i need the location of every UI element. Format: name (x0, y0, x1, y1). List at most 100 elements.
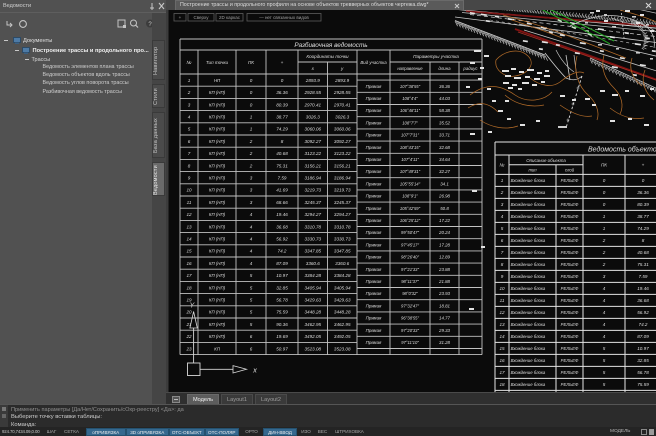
svg-text:50.8: 50.8 (440, 206, 449, 211)
svg-text:y: y (340, 66, 344, 71)
svg-text:Вид участка: Вид участка (360, 60, 387, 65)
svg-text:x: x (311, 66, 315, 71)
svg-text:12: 12 (499, 310, 505, 315)
svg-text:4: 4 (250, 249, 253, 254)
svg-text:Прямая: Прямая (366, 255, 382, 260)
svg-text:Вхождение блока: Вхождение блока (511, 250, 546, 255)
svg-text:3219.73: 3219.73 (334, 188, 351, 193)
svg-text:18: 18 (499, 382, 505, 387)
svg-text:11: 11 (187, 200, 192, 205)
svg-text:3245.37: 3245.37 (334, 200, 351, 205)
svg-text:тип: тип (528, 168, 537, 173)
svg-text:2: 2 (602, 262, 606, 267)
svg-text:14: 14 (186, 237, 192, 242)
svg-text:1: 1 (603, 226, 606, 231)
svg-text:5: 5 (250, 285, 253, 290)
svg-text:19.46: 19.46 (637, 286, 649, 291)
svg-text:10: 10 (186, 188, 192, 193)
svg-text:3026.3: 3026.3 (306, 115, 320, 120)
svg-text:15: 15 (499, 346, 505, 351)
svg-text:2893.9: 2893.9 (305, 78, 320, 83)
svg-text:слой: слой (565, 168, 575, 173)
svg-text:98°0'32": 98°0'32" (402, 291, 418, 296)
svg-text:Прямая: Прямая (366, 120, 382, 125)
svg-text:4: 4 (603, 334, 606, 339)
svg-text:3492.05: 3492.05 (334, 334, 351, 339)
svg-text:+: + (281, 60, 284, 65)
svg-text:10.97: 10.97 (637, 346, 649, 351)
svg-text:3310.78: 3310.78 (334, 224, 351, 229)
svg-text:97°11'10": 97°11'10" (401, 340, 419, 345)
svg-text:КП (НП): КП (НП) (209, 224, 226, 229)
svg-text:3060.06: 3060.06 (334, 127, 351, 132)
svg-text:3462.95: 3462.95 (304, 322, 321, 327)
svg-text:34.64: 34.64 (439, 157, 451, 162)
svg-text:75.31: 75.31 (637, 262, 649, 267)
svg-text:КП (НП): КП (НП) (209, 176, 226, 181)
svg-text:15: 15 (186, 249, 192, 254)
svg-text:3: 3 (250, 200, 253, 205)
svg-text:106°25'12": 106°25'12" (400, 218, 421, 223)
svg-text:КП (НП): КП (НП) (209, 115, 226, 120)
svg-text:0: 0 (603, 202, 606, 207)
svg-text:Прямая: Прямая (366, 303, 382, 308)
svg-text:Вхождение блока: Вхождение блока (511, 178, 546, 183)
svg-text:Прямая: Прямая (366, 218, 382, 223)
svg-text:РЕЛЬЕФ: РЕЛЬЕФ (561, 322, 579, 327)
svg-text:36.36: 36.36 (276, 90, 288, 95)
svg-text:16: 16 (499, 358, 505, 363)
svg-text:21.88: 21.88 (438, 279, 451, 284)
svg-text:36.68: 36.68 (276, 224, 288, 229)
svg-text:75.59: 75.59 (637, 382, 649, 387)
svg-text:Вхождение блока: Вхождение блока (511, 274, 546, 279)
svg-text:КП (НП): КП (НП) (209, 163, 226, 168)
svg-text:80.39: 80.39 (637, 202, 649, 207)
svg-text:3330.73: 3330.73 (334, 237, 351, 242)
svg-text:3060.06: 3060.06 (304, 127, 321, 132)
svg-text:5: 5 (250, 298, 253, 303)
svg-text:Прямая: Прямая (366, 279, 382, 284)
svg-text:44.03: 44.03 (439, 96, 451, 101)
svg-text:Вхождение блока: Вхождение блока (511, 190, 546, 195)
svg-text:3123.22: 3123.22 (304, 151, 321, 156)
svg-text:3462.95: 3462.95 (334, 322, 351, 327)
svg-text:18.81: 18.81 (439, 303, 451, 308)
svg-text:2: 2 (187, 90, 191, 95)
svg-text:Ведомость объектов вдоль трасс: Ведомость объектов вдоль трассы (588, 146, 656, 154)
svg-text:3: 3 (250, 188, 253, 193)
svg-text:Прямая: Прямая (366, 328, 382, 333)
svg-text:108°7'7": 108°7'7" (402, 120, 418, 125)
svg-text:Прямая: Прямая (366, 316, 382, 321)
svg-text:РЕЛЬЕФ: РЕЛЬЕФ (561, 178, 579, 183)
svg-text:Вхождение блока: Вхождение блока (511, 322, 546, 327)
svg-text:56.92: 56.92 (637, 310, 649, 315)
svg-text:Прямая: Прямая (366, 206, 382, 211)
svg-text:НП: НП (214, 78, 221, 83)
svg-text:22: 22 (185, 334, 192, 339)
svg-text:КП (НП): КП (НП) (209, 285, 226, 290)
svg-text:5: 5 (250, 322, 253, 327)
svg-text:32.27: 32.27 (439, 169, 451, 174)
svg-text:87.09: 87.09 (276, 261, 288, 266)
svg-text:17: 17 (186, 273, 192, 278)
svg-text:КП (НП): КП (НП) (209, 139, 226, 144)
svg-text:3: 3 (250, 176, 253, 181)
svg-text:РЕЛЬЕФ: РЕЛЬЕФ (561, 334, 579, 339)
svg-text:— нет связанных видов: — нет связанных видов (259, 15, 309, 20)
svg-text:Вхождение блока: Вхождение блока (511, 370, 546, 375)
svg-text:3429.63: 3429.63 (304, 298, 321, 303)
svg-text:7: 7 (501, 250, 504, 255)
svg-text:99°50'47": 99°50'47" (401, 230, 419, 235)
svg-text:23.88: 23.88 (438, 267, 451, 272)
svg-text:КП (НП): КП (НП) (209, 322, 226, 327)
svg-text:7: 7 (188, 151, 191, 156)
svg-text:29.33: 29.33 (438, 328, 451, 333)
svg-text:2928.55: 2928.55 (333, 90, 351, 95)
svg-text:11: 11 (500, 298, 505, 303)
svg-text:108°9'1": 108°9'1" (402, 194, 418, 199)
svg-text:3360.6: 3360.6 (335, 261, 349, 266)
svg-text:75.59: 75.59 (276, 310, 288, 315)
svg-text:5: 5 (603, 370, 606, 375)
svg-text:0: 0 (603, 178, 606, 183)
svg-text:13: 13 (499, 322, 505, 327)
